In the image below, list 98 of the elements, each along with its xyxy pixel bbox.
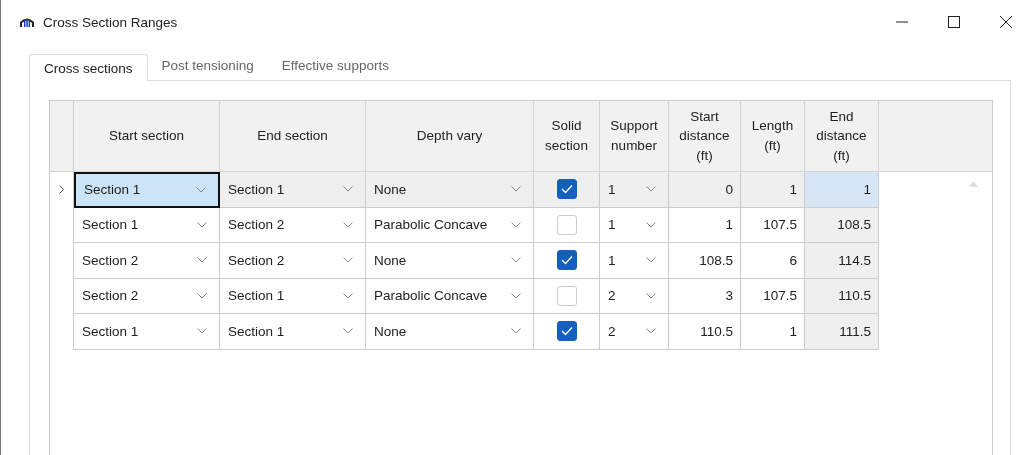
chevron-down-icon	[511, 257, 521, 264]
tab[interactable]: Post tensioning	[147, 56, 268, 80]
cell-text: 2	[608, 323, 616, 339]
chevron-down-icon	[343, 221, 353, 228]
checkmark-icon	[560, 255, 573, 266]
dropdown-cell[interactable]: Section 1	[220, 172, 366, 208]
dropdown-cell[interactable]: 1	[600, 243, 669, 279]
chevron-down-icon	[343, 292, 353, 299]
dropdown-cell[interactable]: None	[366, 314, 534, 350]
dropdown-cell[interactable]: Section 2	[220, 207, 366, 243]
cell-text: Section 1	[84, 182, 141, 198]
cell-text: Section 2	[82, 252, 139, 268]
chevron-down-icon	[511, 328, 521, 335]
dropdown-cell[interactable]: Section 2	[220, 243, 366, 279]
cell-text: 1	[608, 252, 616, 268]
dropdown-cell[interactable]: Section 1	[220, 314, 366, 350]
cell-text: 1	[608, 217, 616, 233]
table-cell: 6	[741, 243, 805, 279]
cell-text: Section 1	[228, 323, 285, 339]
dropdown-cell[interactable]: Section 1	[74, 207, 220, 243]
chevron-down-icon	[343, 186, 353, 193]
dropdown-cell[interactable]: Parabolic Concave	[366, 207, 534, 243]
cell-text: Section 1	[82, 323, 139, 339]
cell-text: Parabolic Concave	[374, 288, 488, 304]
dropdown-cell[interactable]: 1	[600, 172, 669, 208]
cell-text: Section 2	[82, 288, 139, 304]
table-cell: 114.5	[805, 243, 879, 279]
table-cell: 1	[741, 314, 805, 350]
column-header[interactable]: Length (ft)	[741, 101, 805, 171]
cell-text: None	[374, 252, 407, 268]
table-cell: 108.5	[669, 243, 741, 279]
chevron-down-icon	[646, 257, 656, 264]
cell-text: Section 1	[82, 217, 139, 233]
dropdown-cell[interactable]: Parabolic Concave	[366, 278, 534, 314]
table-cell: 111.5	[805, 314, 879, 350]
checkbox[interactable]	[556, 250, 577, 271]
scroll-up-icon[interactable]	[969, 181, 978, 187]
table-cell: 110.5	[669, 314, 741, 350]
chevron-down-icon	[197, 328, 207, 335]
table-cell: 108.5	[805, 207, 879, 243]
cell-text: Section 1	[228, 288, 285, 304]
dropdown-cell[interactable]: Section 1	[220, 278, 366, 314]
tab[interactable]: Cross sections	[29, 54, 148, 81]
cell-text: Section 1	[228, 181, 285, 197]
table-cell: 107.5	[741, 207, 805, 243]
column-header[interactable]: Start distance (ft)	[669, 101, 741, 171]
table-cell: 0	[669, 172, 741, 208]
dropdown-cell[interactable]: 2	[600, 314, 669, 350]
dropdown-cell[interactable]: 1	[600, 207, 669, 243]
dropdown-cell[interactable]: Section 1	[74, 314, 220, 350]
table-cell: 110.5	[805, 278, 879, 314]
chevron-down-icon	[511, 221, 521, 228]
chevron-down-icon	[343, 328, 353, 335]
column-header[interactable]: Solid section	[534, 101, 600, 171]
cell-text: 2	[608, 288, 616, 304]
chevron-down-icon	[343, 257, 353, 264]
cell-text: Section 2	[228, 252, 285, 268]
current-row-icon	[59, 185, 64, 195]
chevron-down-icon	[197, 257, 207, 264]
chevron-down-icon	[646, 328, 656, 335]
window-title: Cross Section Ranges	[43, 14, 178, 30]
table-cell: 1	[805, 172, 879, 208]
dropdown-cell[interactable]: 2	[600, 278, 669, 314]
table-cell: 1	[741, 172, 805, 208]
dropdown-cell[interactable]: None	[366, 243, 534, 279]
dropdown-cell[interactable]: Section 2	[74, 278, 220, 314]
cell-text: None	[374, 323, 407, 339]
close-icon[interactable]	[1000, 16, 1012, 28]
column-header[interactable]: Depth vary	[366, 101, 534, 171]
maximize-icon[interactable]	[948, 16, 960, 28]
cell-text: 1	[608, 181, 616, 197]
chevron-down-icon	[197, 292, 207, 299]
checkmark-icon	[560, 326, 573, 337]
dropdown-cell[interactable]: Section 2	[74, 243, 220, 279]
column-header[interactable]: Support number	[600, 101, 669, 171]
checkbox[interactable]	[556, 179, 577, 200]
checkbox[interactable]	[556, 321, 577, 342]
checkmark-icon	[560, 184, 573, 195]
cell-text: Parabolic Concave	[374, 217, 488, 233]
table-cell: 107.5	[741, 278, 805, 314]
cell-text: None	[374, 181, 407, 197]
dropdown-cell[interactable]: None	[366, 172, 534, 208]
column-header[interactable]: Start section	[74, 101, 220, 171]
chevron-down-icon	[646, 186, 656, 193]
chevron-down-icon	[511, 292, 521, 299]
bridge-icon	[19, 16, 35, 28]
column-header[interactable]: End distance (ft)	[805, 101, 879, 171]
chevron-down-icon	[196, 186, 206, 193]
table-cell: 3	[669, 278, 741, 314]
chevron-down-icon	[511, 186, 521, 193]
cell-text: Section 2	[228, 217, 285, 233]
chevron-down-icon	[646, 221, 656, 228]
chevron-down-icon	[646, 292, 656, 299]
table-cell: 1	[669, 207, 741, 243]
column-header[interactable]: End section	[220, 101, 366, 171]
tab[interactable]: Effective supports	[267, 56, 403, 80]
chevron-down-icon	[197, 221, 207, 228]
dropdown-cell[interactable]: Section 1	[74, 172, 220, 208]
